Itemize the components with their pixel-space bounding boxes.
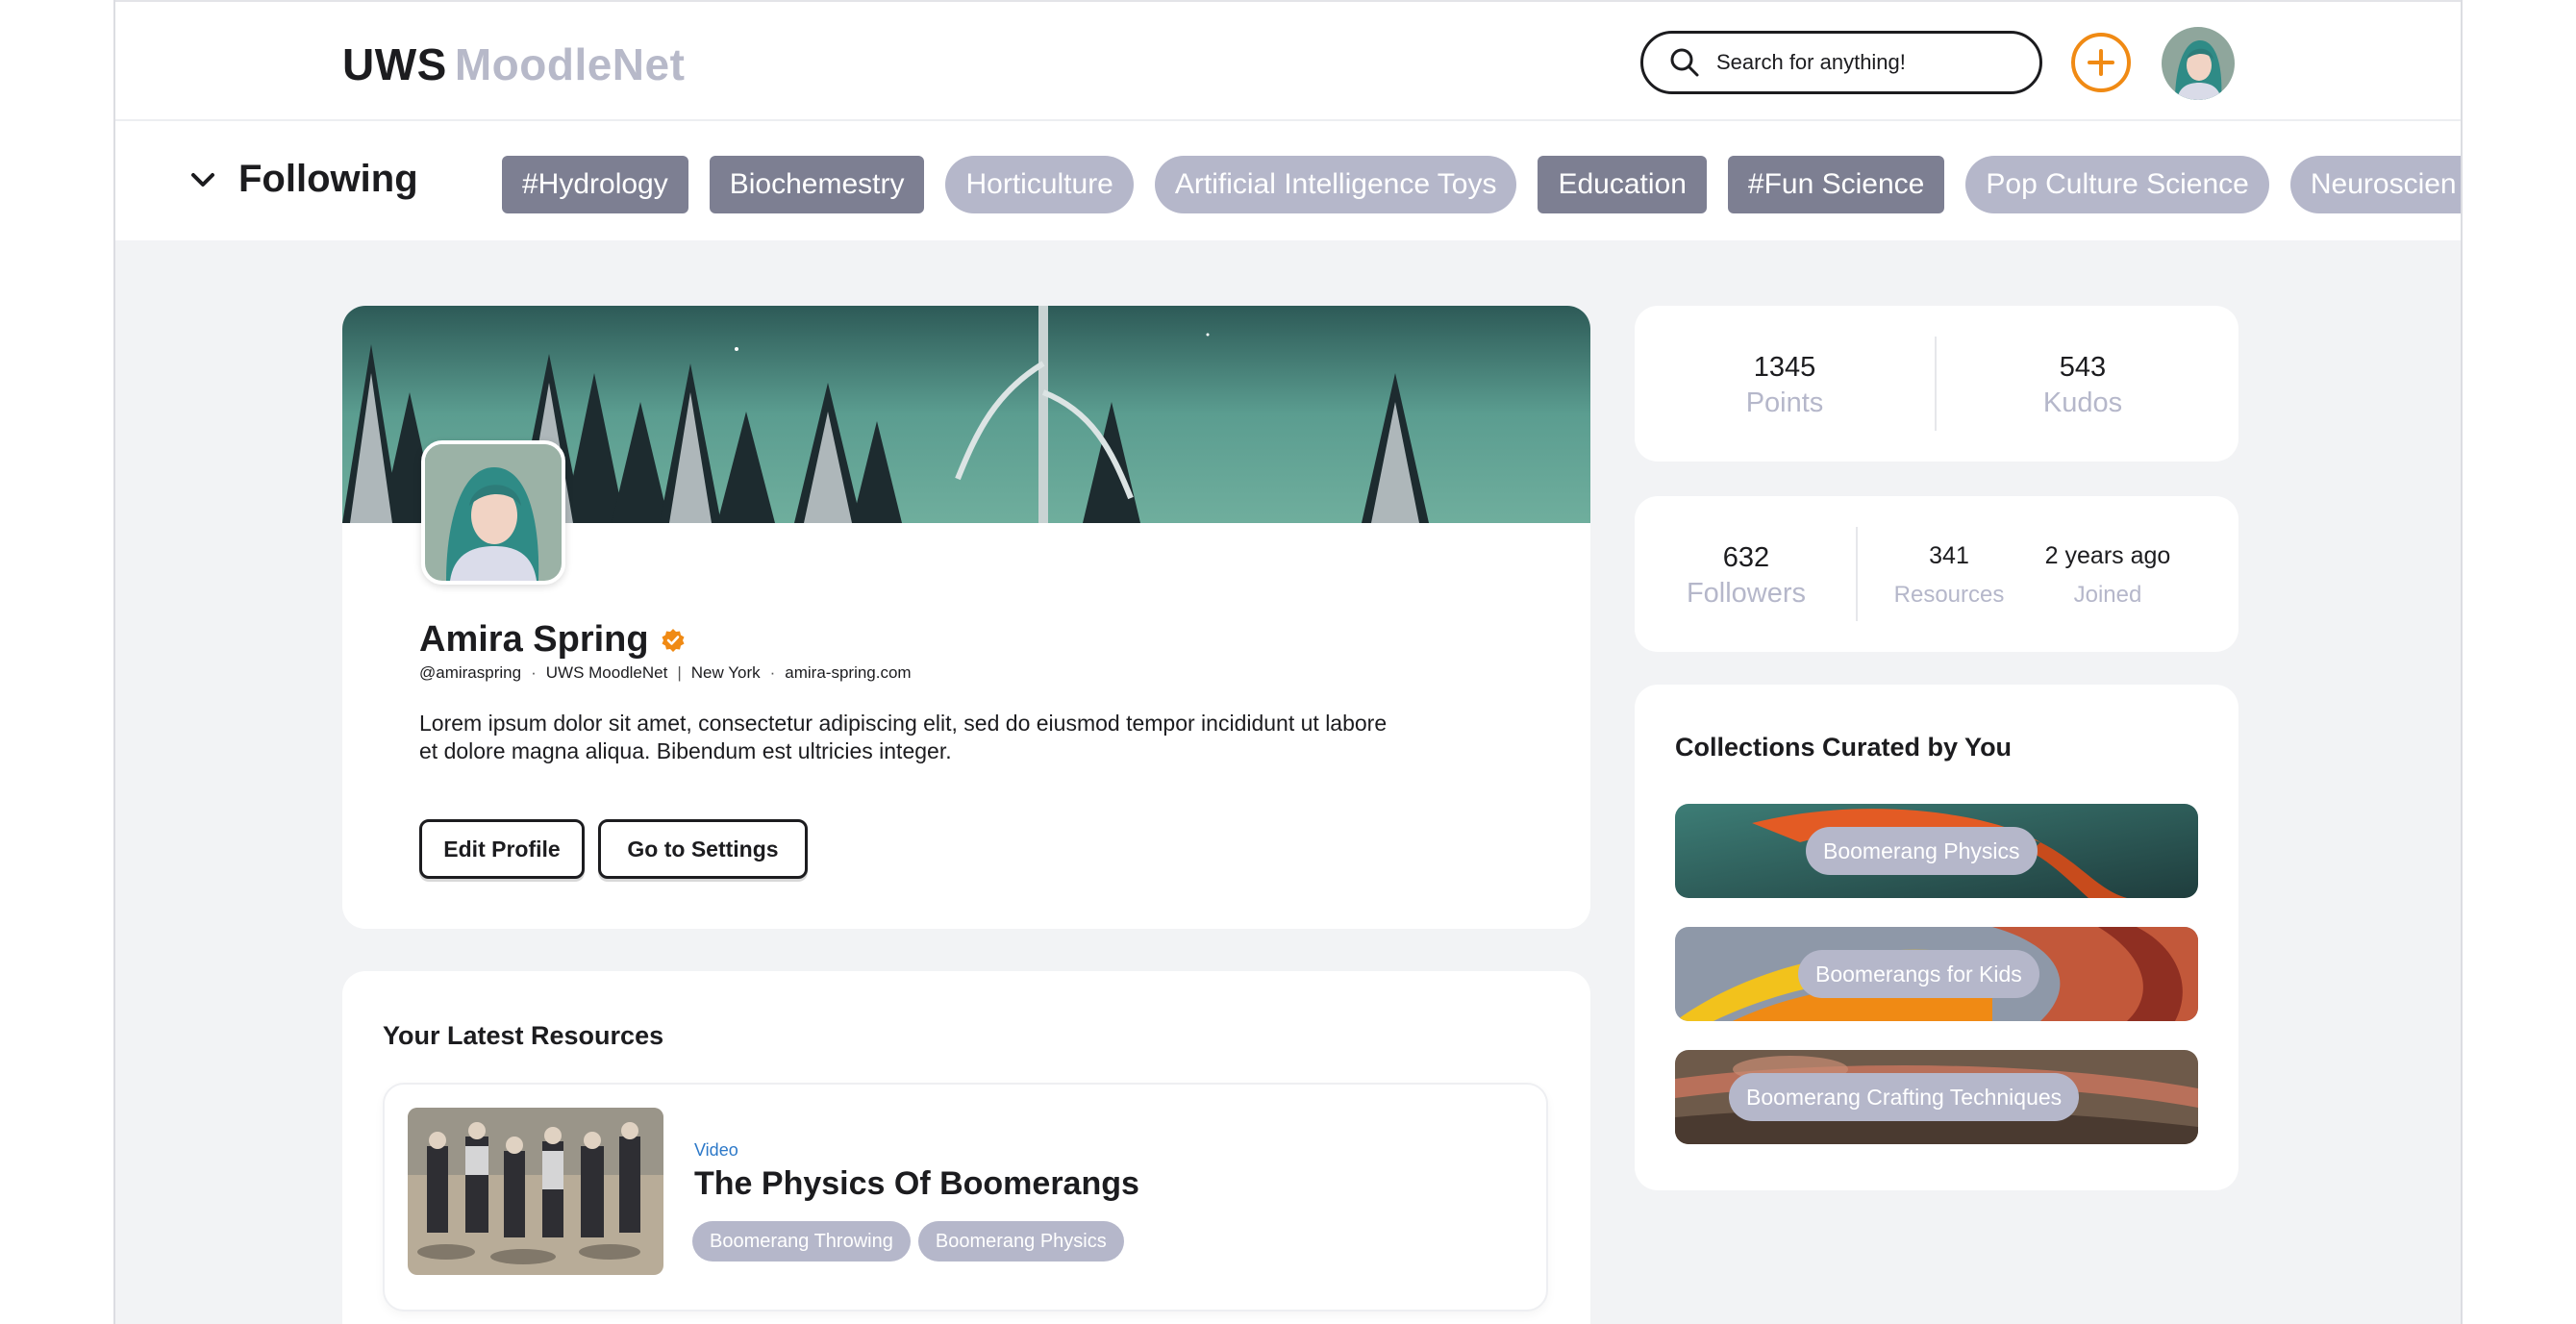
- app-logo[interactable]: UWS MoodleNet: [342, 38, 685, 90]
- meta-separator: ·: [531, 663, 537, 682]
- joined-stat: 2 years ago Joined: [2031, 542, 2185, 609]
- profile-avatar[interactable]: [421, 440, 565, 585]
- points-value: 1345: [1753, 352, 1816, 383]
- kudos-value: 543: [2059, 352, 2107, 383]
- following-label: Following: [238, 158, 418, 200]
- collection-label: Boomerangs for Kids: [1798, 950, 2039, 998]
- divider: [1935, 337, 1937, 431]
- collection-item[interactable]: Boomerangs for Kids: [1675, 927, 2198, 1021]
- followers-value: 632: [1722, 542, 1770, 573]
- following-bar: Following #Hydrology Biochemestry Hortic…: [115, 119, 2461, 240]
- collection-label: Boomerang Crafting Techniques: [1729, 1073, 2080, 1121]
- followers-stat[interactable]: 632 Followers: [1669, 542, 1823, 610]
- following-toggle[interactable]: Following: [188, 158, 418, 201]
- topic-chip[interactable]: Biochemestry: [709, 156, 925, 213]
- followers-card: 632 Followers 341 Resources 2 years ago …: [1635, 496, 2238, 652]
- kudos-label: Kudos: [2042, 387, 2123, 418]
- thumbnail-photo: [408, 1108, 663, 1275]
- collection-label: Boomerang Physics: [1806, 827, 2038, 875]
- collection-item[interactable]: Boomerang Physics: [1675, 804, 2198, 898]
- search-bar[interactable]: [1640, 31, 2042, 94]
- logo-product: MoodleNet: [454, 39, 686, 89]
- topic-chip[interactable]: Artificial Intelligence Toys: [1154, 156, 1517, 213]
- section-title: Collections Curated by You: [1675, 733, 2013, 762]
- topic-chip[interactable]: Neuroscien: [2289, 156, 2461, 213]
- kudos-stat: 543 Kudos: [2019, 352, 2146, 419]
- points-label: Points: [1745, 387, 1824, 418]
- chevron-down-icon: [191, 172, 214, 187]
- resource-tag[interactable]: Boomerang Throwing: [692, 1221, 911, 1262]
- profile-location: New York: [690, 663, 761, 682]
- divider: [1856, 527, 1858, 621]
- topic-chip[interactable]: #Fun Science: [1727, 156, 1945, 213]
- latest-resources-card: Your Latest Resources Video The Physics …: [342, 971, 1590, 1324]
- profile-name: Amira Spring: [419, 619, 649, 660]
- joined-label: Joined: [2073, 582, 2142, 608]
- resource-type: Video: [694, 1140, 738, 1160]
- add-button[interactable]: [2071, 33, 2131, 92]
- plus-icon: [2088, 49, 2114, 76]
- topic-chip[interactable]: Pop Culture Science: [1965, 156, 2269, 213]
- search-icon: [1670, 48, 1699, 77]
- resource-tags: Boomerang Throwing Boomerang Physics: [692, 1221, 1132, 1262]
- resources-value: 341: [1929, 542, 1969, 569]
- logo-brand: UWS: [342, 39, 447, 89]
- settings-button[interactable]: Go to Settings: [598, 819, 808, 879]
- resource-title[interactable]: The Physics Of Boomerangs: [694, 1165, 1139, 1203]
- section-title: Your Latest Resources: [383, 1021, 664, 1050]
- points-kudos-card: 1345 Points 543 Kudos: [1635, 306, 2238, 462]
- collections-card: Collections Curated by You Boomerang Phy…: [1635, 685, 2238, 1190]
- profile-bio: Lorem ipsum dolor sit amet, consectetur …: [419, 711, 1388, 763]
- top-header: UWS MoodleNet: [115, 0, 2461, 119]
- profile-org[interactable]: UWS MoodleNet: [546, 663, 668, 683]
- profile-card: Amira Spring @amiraspring · UWS MoodleNe…: [342, 306, 1590, 929]
- meta-separator: |: [677, 663, 682, 682]
- resource-thumbnail: [408, 1108, 663, 1275]
- profile-website[interactable]: amira-spring.com: [785, 663, 911, 683]
- edit-profile-button[interactable]: Edit Profile: [419, 819, 585, 879]
- resource-tag[interactable]: Boomerang Physics: [917, 1221, 1124, 1262]
- topic-chip[interactable]: Education: [1538, 156, 1707, 213]
- followers-label: Followers: [1686, 578, 1807, 609]
- verified-badge-icon: [662, 628, 685, 652]
- collection-item[interactable]: Boomerang Crafting Techniques: [1675, 1050, 2198, 1144]
- avatar-photo: [2162, 27, 2235, 100]
- following-chips: #Hydrology Biochemestry Horticulture Art…: [502, 156, 2461, 213]
- points-stat: 1345 Points: [1721, 352, 1848, 419]
- avatar-photo: [425, 444, 562, 581]
- resources-label: Resources: [1893, 582, 2005, 608]
- profile-handle: @amiraspring: [419, 663, 522, 682]
- profile-name-row: Amira Spring: [419, 619, 686, 661]
- topic-chip[interactable]: Horticulture: [945, 156, 1134, 213]
- user-avatar[interactable]: [2162, 27, 2235, 100]
- topic-chip[interactable]: #Hydrology: [502, 156, 688, 213]
- profile-meta: @amiraspring · UWS MoodleNet | New York …: [419, 663, 912, 683]
- resources-stat[interactable]: 341 Resources: [1887, 542, 2012, 609]
- meta-separator: ·: [769, 663, 776, 682]
- app-frame: UWS MoodleNet Search for anything! Follo…: [113, 0, 2463, 1324]
- resource-item[interactable]: Video The Physics Of Boomerangs Boomeran…: [383, 1083, 1548, 1312]
- joined-value: 2 years ago: [2044, 542, 2171, 569]
- search-input[interactable]: [1716, 50, 2024, 75]
